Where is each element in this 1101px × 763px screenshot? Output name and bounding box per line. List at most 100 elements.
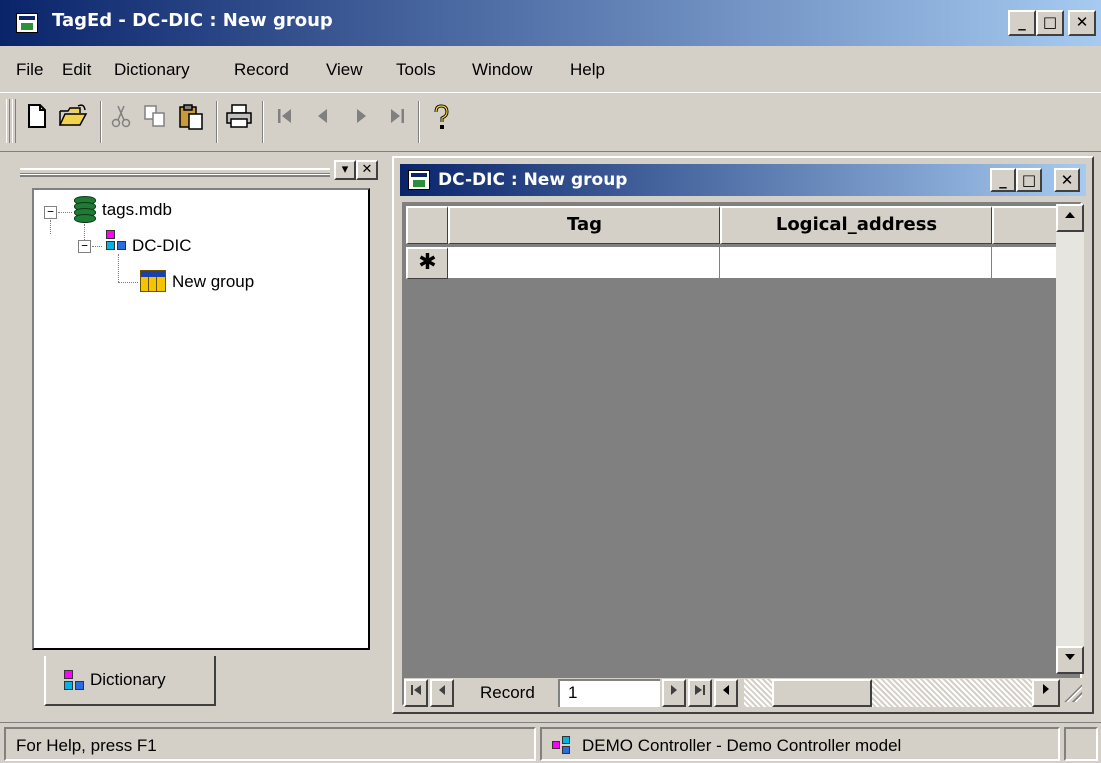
menu-file[interactable]: File	[16, 60, 43, 80]
dock-close-button[interactable]: ✕	[356, 160, 378, 180]
dictionary-icon	[62, 670, 86, 692]
menu-help[interactable]: Help	[570, 60, 605, 80]
resize-grip[interactable]	[1064, 684, 1082, 702]
arrow-right-icon	[1043, 684, 1049, 694]
new-row-logical-address-cell[interactable]	[720, 247, 992, 279]
minimize-button[interactable]: _	[1008, 10, 1036, 36]
record-number-input[interactable]: 1	[558, 679, 660, 707]
help-question-icon	[434, 104, 449, 129]
tree-item-dc-dic[interactable]: DC-DIC	[132, 236, 192, 256]
nav-new-record-button[interactable]	[714, 679, 738, 707]
toolbar-separator	[262, 101, 264, 143]
column-header-next[interactable]	[992, 206, 1056, 244]
record-label: Record	[480, 683, 535, 702]
maximize-button[interactable]: □	[1036, 10, 1064, 36]
tab-dictionary[interactable]: Dictionary	[44, 656, 216, 706]
first-record-icon	[411, 685, 421, 695]
scroll-up-button[interactable]	[1056, 204, 1084, 232]
tree-line	[118, 254, 119, 282]
menu-bar: File Edit Dictionary Record View Tools W…	[0, 50, 1101, 90]
status-bar: For Help, press F1 DEMO Controller - Dem…	[0, 722, 1101, 763]
horizontal-scrollbar[interactable]	[744, 679, 1060, 707]
nav-last-button[interactable]	[688, 679, 712, 707]
menu-record[interactable]: Record	[234, 60, 289, 80]
tree-line	[92, 246, 102, 247]
nav-previous-button[interactable]	[430, 679, 454, 707]
menu-view[interactable]: View	[326, 60, 363, 80]
menu-window[interactable]: Window	[472, 60, 532, 80]
root-expander[interactable]: −	[44, 206, 57, 219]
group-table-icon	[140, 270, 166, 292]
tag-datasheet[interactable]: Tag Logical_address ✱ Record 1	[402, 202, 1084, 708]
paste-icon	[179, 104, 203, 130]
menu-tools[interactable]: Tools	[396, 60, 436, 80]
toolbar-grip[interactable]	[6, 99, 10, 143]
menu-dictionary[interactable]: Dictionary	[114, 60, 190, 80]
print-button[interactable]	[222, 103, 256, 139]
scroll-down-button[interactable]	[1056, 646, 1084, 674]
arrow-down-icon	[1065, 654, 1075, 660]
status-controller-text: DEMO Controller - Demo Controller model	[582, 736, 902, 755]
dictionary-icon	[104, 230, 128, 252]
next-record-button[interactable]	[344, 103, 378, 139]
group-child-window: DC-DIC : New group _ □ ✕ Tag Logical_add…	[392, 156, 1094, 714]
app-icon[interactable]	[16, 13, 38, 33]
column-header-tag[interactable]: Tag	[448, 206, 720, 244]
cut-button[interactable]	[104, 103, 138, 139]
copy-button[interactable]	[138, 103, 172, 139]
datasheet-body[interactable]: Tag Logical_address ✱	[404, 204, 1056, 674]
tree-item-new-group[interactable]: New group	[172, 272, 254, 292]
new-button[interactable]	[20, 103, 54, 139]
child-window-icon[interactable]	[408, 170, 430, 190]
window-resize-grip[interactable]	[1064, 727, 1098, 761]
last-record-icon	[695, 685, 705, 695]
tree-line	[50, 220, 51, 234]
dictionary-expander[interactable]: −	[78, 240, 91, 253]
new-row-selector[interactable]: ✱	[406, 247, 448, 279]
nav-next-button[interactable]	[662, 679, 686, 707]
open-folder-icon	[58, 104, 88, 126]
new-row-next-cell[interactable]	[992, 247, 1056, 279]
child-title: DC-DIC : New group	[438, 170, 628, 190]
first-record-button[interactable]	[268, 103, 302, 139]
database-icon	[74, 196, 96, 224]
child-maximize-button[interactable]: □	[1016, 168, 1042, 192]
horizontal-scroll-thumb[interactable]	[772, 679, 872, 707]
toolbar-grip-2[interactable]	[12, 99, 16, 143]
arrow-up-icon	[1065, 212, 1075, 218]
toolbar-separator	[100, 101, 102, 143]
next-record-icon	[357, 109, 366, 123]
toolbar	[0, 92, 1101, 152]
status-controller: DEMO Controller - Demo Controller model	[540, 727, 1060, 761]
controller-icon	[552, 736, 574, 754]
toolbar-separator	[216, 101, 218, 143]
previous-record-button[interactable]	[306, 103, 340, 139]
dock-grip[interactable]	[20, 168, 330, 177]
new-row-tag-cell[interactable]	[448, 247, 720, 279]
child-minimize-button[interactable]: _	[990, 168, 1016, 192]
scroll-right-button[interactable]	[1032, 679, 1060, 707]
paste-button[interactable]	[174, 103, 208, 139]
open-button[interactable]	[56, 103, 90, 139]
vertical-scrollbar[interactable]	[1056, 204, 1084, 674]
next-record-icon	[671, 685, 677, 695]
tree-line	[118, 282, 138, 283]
child-close-button[interactable]: ✕	[1054, 168, 1080, 192]
column-header-logical-address[interactable]: Logical_address	[720, 206, 992, 244]
select-all-corner[interactable]	[406, 206, 448, 244]
child-title-bar[interactable]: DC-DIC : New group _ □ ✕	[400, 164, 1086, 196]
dictionary-tree[interactable]: − tags.mdb − DC-DIC New group	[32, 188, 370, 650]
help-button[interactable]	[424, 103, 458, 139]
scissors-icon	[111, 105, 131, 128]
menu-edit[interactable]: Edit	[62, 60, 91, 80]
copy-icon	[144, 105, 165, 127]
close-button[interactable]: ✕	[1068, 10, 1096, 36]
tree-item-tags-mdb[interactable]: tags.mdb	[102, 200, 172, 220]
app-title-bar[interactable]: TagEd - DC-DIC : New group _ □ ✕	[0, 0, 1101, 46]
dock-dropdown-button[interactable]: ▾	[334, 160, 356, 180]
tab-dictionary-label: Dictionary	[90, 670, 166, 689]
previous-record-icon	[318, 109, 327, 123]
nav-first-button[interactable]	[404, 679, 428, 707]
first-record-icon	[278, 109, 291, 123]
last-record-button[interactable]	[380, 103, 414, 139]
